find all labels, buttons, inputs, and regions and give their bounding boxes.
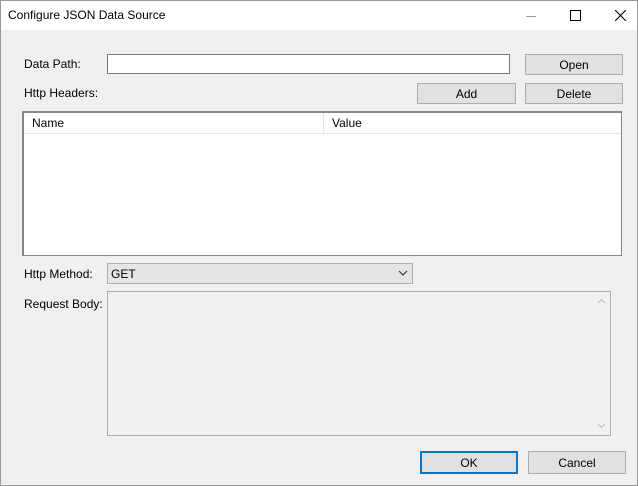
data-path-label: Data Path: [24,57,81,71]
column-header-name[interactable]: Name [24,113,324,133]
data-path-input[interactable] [107,54,510,74]
scroll-up-arrow-icon [597,298,606,304]
maximize-button[interactable] [552,1,598,30]
ok-button[interactable]: OK [420,451,518,474]
http-method-label: Http Method: [24,267,93,281]
window-title: Configure JSON Data Source [8,8,166,22]
delete-header-button[interactable]: Delete [525,83,623,104]
http-headers-label: Http Headers: [24,86,99,100]
minimize-icon [526,15,536,17]
cancel-button[interactable]: Cancel [528,451,626,474]
open-button[interactable]: Open [525,54,623,75]
request-body-textarea[interactable] [107,291,611,436]
minimize-button[interactable] [508,1,554,30]
chevron-down-icon [398,270,408,276]
http-method-select[interactable]: GET [107,263,413,284]
maximize-icon [569,10,581,21]
add-header-button[interactable]: Add [417,83,516,104]
close-button[interactable] [597,1,638,30]
dialog-window: Configure JSON Data Source Data Path: Op… [0,0,638,486]
column-header-value[interactable]: Value [324,113,621,133]
close-icon [614,10,626,21]
http-method-value: GET [111,267,136,281]
request-body-label: Request Body: [24,297,103,311]
table-header: Name Value [24,113,621,134]
title-bar[interactable]: Configure JSON Data Source [1,1,637,30]
request-body-scrollbar[interactable] [593,292,610,435]
http-headers-table[interactable]: Name Value [22,111,622,256]
scroll-down-arrow-icon [597,423,606,429]
